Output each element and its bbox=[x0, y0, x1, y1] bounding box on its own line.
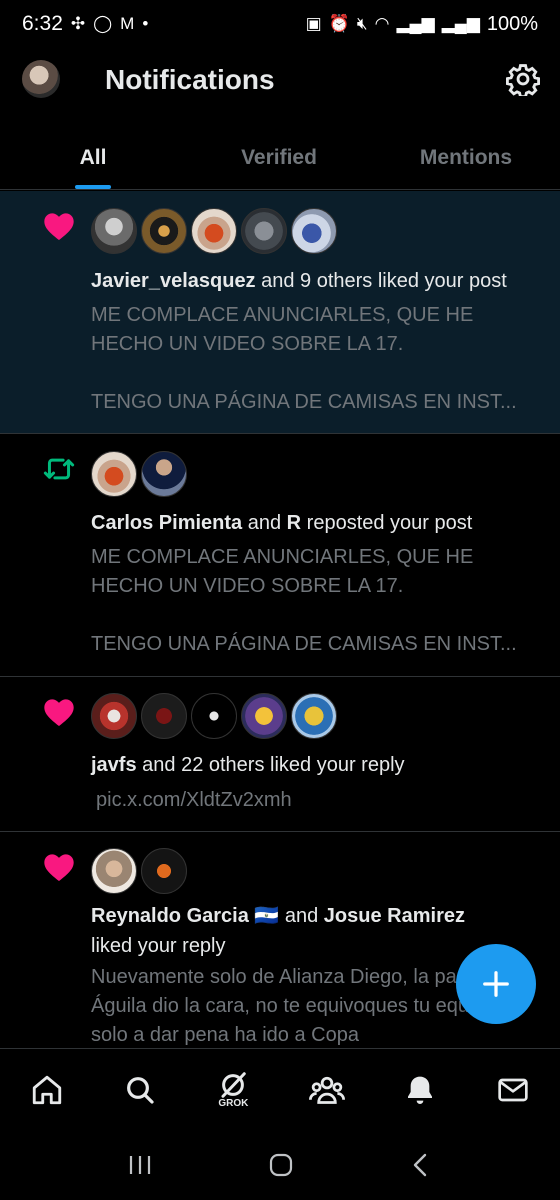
bottom-nav: GROK bbox=[0, 1048, 560, 1130]
tab-mentions[interactable]: Mentions bbox=[372, 126, 560, 189]
avatar[interactable] bbox=[291, 693, 337, 739]
avatar[interactable] bbox=[91, 451, 137, 497]
avatar[interactable] bbox=[91, 208, 137, 254]
action-text: and 9 others liked your post bbox=[255, 270, 507, 292]
actor-name[interactable]: R bbox=[287, 512, 301, 534]
notification-item[interactable]: javfs and 22 others liked your reply pic… bbox=[0, 677, 560, 832]
post-preview: ME COMPLACE ANUNCIARLES, QUE HE HECHO UN… bbox=[91, 304, 517, 413]
notification-text: Javier_velasquez and 9 others liked your… bbox=[91, 266, 540, 296]
settings-gear-icon[interactable] bbox=[506, 62, 540, 96]
tab-all[interactable]: All bbox=[0, 126, 186, 189]
action-text: liked your reply bbox=[91, 935, 226, 957]
avatar[interactable] bbox=[141, 208, 187, 254]
search-icon bbox=[127, 1076, 154, 1104]
alarm-icon: ⏰ bbox=[328, 14, 350, 33]
avatar[interactable] bbox=[191, 693, 237, 739]
sim-icon: ▣ bbox=[305, 14, 322, 33]
actor-name[interactable]: Carlos Pimienta bbox=[91, 512, 242, 534]
actor-name[interactable]: Reynaldo Garcia 🇸🇻 bbox=[91, 905, 279, 927]
mute-icon: 🔇︎ bbox=[356, 14, 368, 33]
avatar[interactable] bbox=[141, 693, 187, 739]
liker-avatars bbox=[91, 208, 337, 254]
nav-grok[interactable]: GROK bbox=[203, 1060, 263, 1120]
notification-text: javfs and 22 others liked your reply bbox=[91, 750, 540, 780]
post-preview: ME COMPLACE ANUNCIARLES, QUE HE HECHO UN… bbox=[91, 546, 517, 655]
action-text: reposted your post bbox=[301, 512, 473, 534]
conjunction-text: and bbox=[242, 512, 287, 534]
home-icon bbox=[32, 1075, 61, 1104]
heart-icon bbox=[42, 850, 76, 884]
avatar[interactable] bbox=[141, 451, 187, 497]
notification-tabs: All Verified Mentions bbox=[0, 126, 560, 190]
notification-text: Reynaldo Garcia 🇸🇻 and Josue Ramirez lik… bbox=[91, 901, 500, 961]
nav-communities[interactable] bbox=[297, 1060, 357, 1120]
actor-name[interactable]: Josue Ramirez bbox=[324, 905, 465, 927]
tab-verified[interactable]: Verified bbox=[186, 126, 372, 189]
status-time: 6:32 bbox=[22, 12, 63, 35]
nav-home[interactable] bbox=[17, 1060, 77, 1120]
liker-avatars bbox=[91, 848, 187, 894]
avatar[interactable] bbox=[141, 848, 187, 894]
actor-name[interactable]: Javier_velasquez bbox=[91, 270, 256, 292]
reposter-avatars bbox=[91, 451, 187, 497]
header: Notifications bbox=[0, 48, 560, 116]
messages-envelope-icon bbox=[498, 1078, 528, 1101]
avatar[interactable] bbox=[241, 208, 287, 254]
wifi-icon: ◠ bbox=[374, 14, 390, 33]
dot-icon: • bbox=[142, 14, 149, 33]
notification-item[interactable]: Javier_velasquez and 9 others liked your… bbox=[0, 191, 560, 434]
avatar[interactable] bbox=[291, 208, 337, 254]
avatar[interactable] bbox=[241, 693, 287, 739]
tab-verified-label: Verified bbox=[241, 146, 317, 169]
recent-apps-icon[interactable] bbox=[127, 1153, 153, 1177]
gmail-icon: M bbox=[120, 14, 135, 33]
back-icon[interactable] bbox=[409, 1152, 433, 1178]
nav-notifications[interactable] bbox=[390, 1060, 450, 1120]
fan-icon: ✣ bbox=[70, 14, 86, 33]
signal-icon: ▂▄▆ bbox=[396, 14, 435, 33]
grok-label: GROK bbox=[218, 1098, 249, 1109]
liker-avatars bbox=[91, 693, 337, 739]
tab-mentions-label: Mentions bbox=[419, 146, 513, 169]
notification-text: Carlos Pimienta and R reposted your post bbox=[91, 508, 540, 538]
reply-preview-link[interactable]: pic.x.com/XldtZv2xmh bbox=[96, 786, 536, 815]
nav-messages[interactable] bbox=[483, 1060, 543, 1120]
actor-name[interactable]: javfs bbox=[91, 754, 137, 776]
signal-icon-2: ▂▄▆ bbox=[441, 14, 480, 33]
heart-icon bbox=[42, 209, 76, 243]
status-bar: 6:32 ✣ ◯ M • ▣ ⏰ 🔇︎ ◠ ▂▄▆ ▂▄▆ 100% bbox=[0, 0, 560, 48]
action-text: and 22 others liked your reply bbox=[136, 754, 405, 776]
page-title: Notifications bbox=[105, 64, 275, 95]
compose-button[interactable] bbox=[456, 944, 536, 1024]
notification-item[interactable]: Carlos Pimienta and R reposted your post… bbox=[0, 434, 560, 677]
nav-search[interactable] bbox=[110, 1060, 170, 1120]
profile-avatar[interactable] bbox=[22, 60, 60, 98]
heart-icon bbox=[42, 695, 76, 729]
repost-icon bbox=[42, 452, 76, 486]
avatar[interactable] bbox=[91, 848, 137, 894]
whatsapp-icon: ◯ bbox=[93, 14, 113, 33]
grok-icon bbox=[221, 1072, 247, 1098]
conjunction-text: and bbox=[279, 905, 324, 927]
communities-icon bbox=[308, 1076, 345, 1104]
avatar[interactable] bbox=[191, 208, 237, 254]
notifications-bell-icon bbox=[407, 1076, 432, 1104]
battery-level: 100% bbox=[486, 12, 538, 35]
avatar[interactable] bbox=[91, 693, 137, 739]
home-button-icon[interactable] bbox=[268, 1152, 294, 1178]
active-tab-indicator bbox=[75, 185, 111, 189]
android-navigation-bar bbox=[0, 1130, 560, 1200]
plus-icon bbox=[483, 971, 509, 997]
tab-all-label: All bbox=[79, 146, 107, 169]
